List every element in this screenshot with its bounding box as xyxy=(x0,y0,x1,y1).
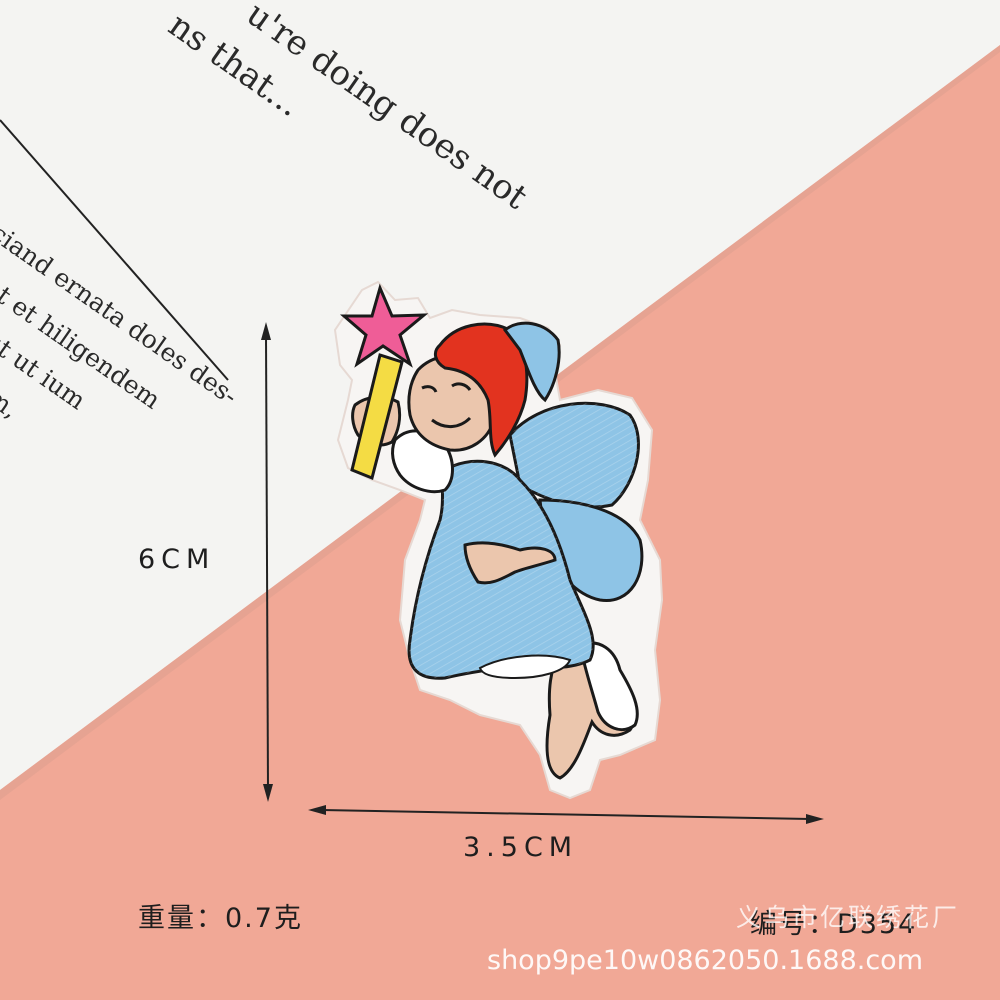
width-arrow-line xyxy=(321,809,811,820)
shop-name-watermark: 义乌市亿联绣花厂 xyxy=(736,903,961,932)
width-arrow-right-head xyxy=(806,814,824,824)
width-arrow-left-head xyxy=(308,805,326,815)
height-arrow-bottom-head xyxy=(263,784,273,802)
height-arrow-top-head xyxy=(261,322,271,340)
weight-label: 重量：0.7克 xyxy=(138,903,303,934)
height-arrow-line xyxy=(265,334,269,791)
width-label: 3.5CM xyxy=(463,832,579,863)
shop-url-watermark: shop9pe10w0862050.1688.com xyxy=(487,945,923,976)
product-photo: u're doing does not ns that... ciand ern… xyxy=(0,0,1000,1000)
height-label: 6CM xyxy=(138,544,216,575)
